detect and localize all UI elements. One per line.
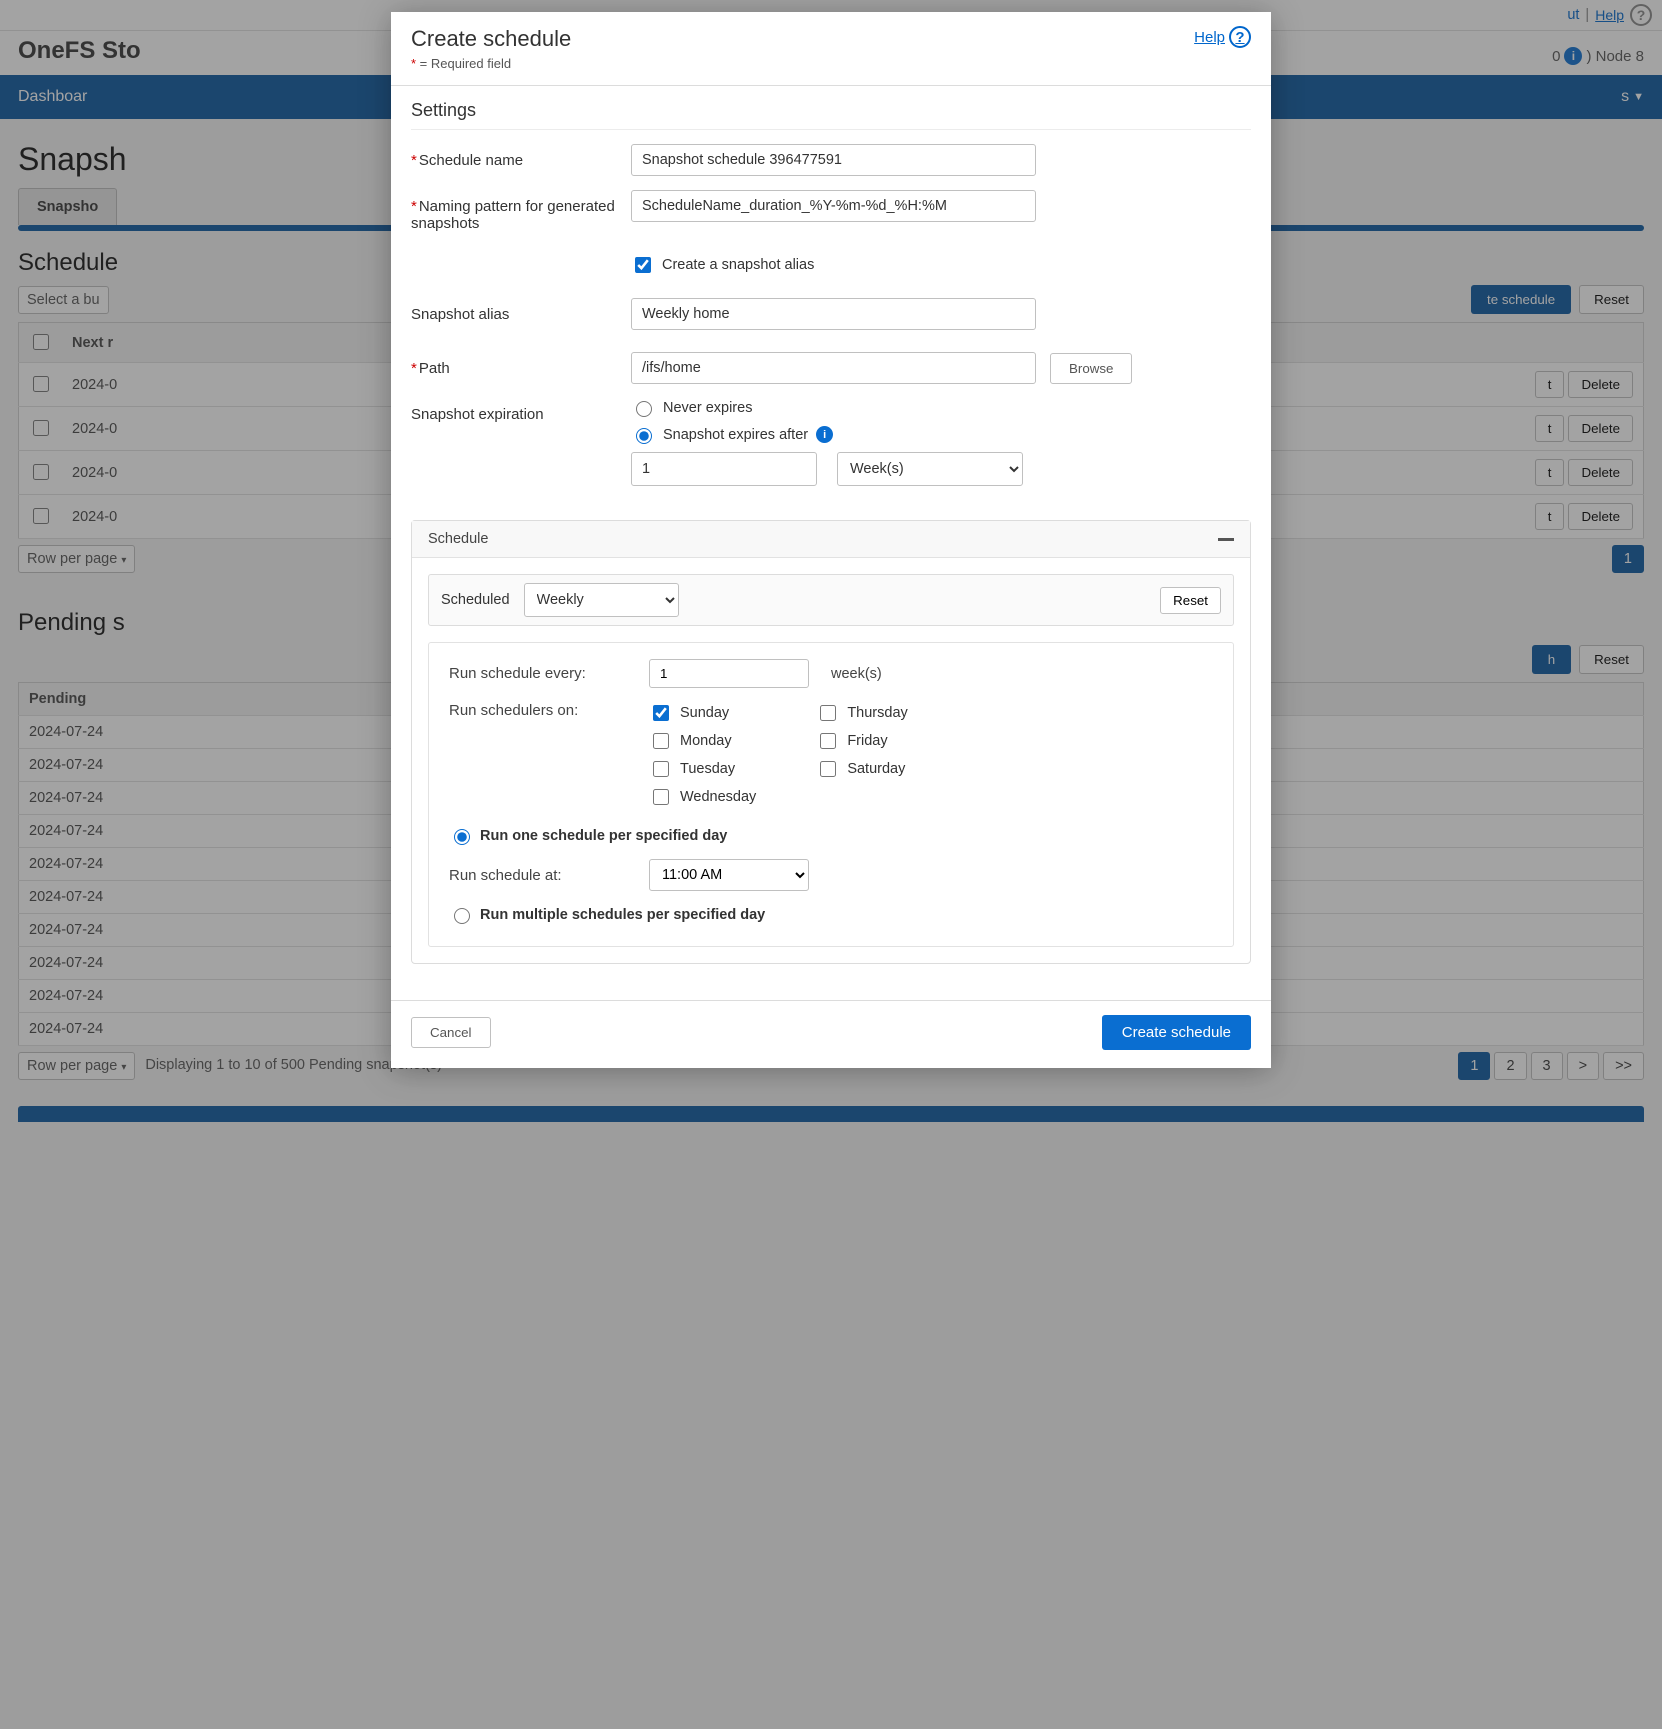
day-monday-checkbox[interactable] [653, 733, 669, 749]
schedule-panel: Schedule Scheduled Weekly Reset Run sche [411, 520, 1251, 964]
required-field-note: * = Required field [411, 56, 571, 71]
schedule-name-label: *Schedule name [411, 144, 631, 169]
snapshot-alias-input[interactable] [631, 298, 1036, 330]
schedule-name-input[interactable] [631, 144, 1036, 176]
run-every-unit: week(s) [831, 666, 882, 682]
create-alias-checkbox[interactable] [635, 257, 651, 273]
day-wednesday-checkbox[interactable] [653, 789, 669, 805]
modal-title: Create schedule [411, 26, 571, 52]
create-schedule-modal: Create schedule * = Required field Help … [391, 12, 1271, 1068]
scheduled-select[interactable]: Weekly [524, 583, 679, 617]
day-saturday-checkbox[interactable] [820, 761, 836, 777]
day-label: Thursday [847, 705, 907, 721]
expires-unit-select[interactable]: Week(s) [837, 452, 1023, 486]
day-label: Sunday [680, 705, 729, 721]
day-friday-checkbox[interactable] [820, 733, 836, 749]
run-every-label: Run schedule every: [449, 665, 649, 682]
expires-after-radio[interactable] [636, 428, 652, 444]
day-label: Wednesday [680, 789, 756, 805]
schedule-panel-title: Schedule [428, 531, 488, 547]
run-at-select[interactable]: 11:00 AM [649, 859, 809, 891]
create-alias-label: Create a snapshot alias [662, 257, 814, 273]
day-tuesday-checkbox[interactable] [653, 761, 669, 777]
path-label: *Path [411, 352, 631, 377]
naming-pattern-label: *Naming pattern for generated snapshots [411, 190, 631, 232]
path-input[interactable] [631, 352, 1036, 384]
expires-after-label: Snapshot expires after [663, 427, 808, 443]
scheduled-label: Scheduled [441, 592, 510, 608]
day-label: Saturday [847, 761, 905, 777]
schedule-reset-button[interactable]: Reset [1160, 587, 1221, 614]
never-expires-radio[interactable] [636, 401, 652, 417]
naming-pattern-input[interactable] [631, 190, 1036, 222]
help-icon: ? [1229, 26, 1251, 48]
run-at-label: Run schedule at: [449, 867, 649, 884]
expiration-label: Snapshot expiration [411, 398, 631, 423]
run-one-radio[interactable] [454, 829, 470, 845]
day-label: Friday [847, 733, 887, 749]
expires-value-input[interactable] [631, 452, 817, 486]
create-schedule-submit-button[interactable]: Create schedule [1102, 1015, 1251, 1050]
run-multi-label: Run multiple schedules per specified day [480, 907, 765, 923]
cancel-button[interactable]: Cancel [411, 1017, 491, 1048]
day-label: Monday [680, 733, 732, 749]
run-one-label: Run one schedule per specified day [480, 828, 727, 844]
modal-overlay: Create schedule * = Required field Help … [0, 0, 1662, 1729]
run-every-input[interactable] [649, 659, 809, 688]
info-icon[interactable]: i [816, 426, 833, 443]
browse-button[interactable]: Browse [1050, 353, 1132, 384]
settings-heading: Settings [391, 86, 1271, 129]
day-sunday-checkbox[interactable] [653, 705, 669, 721]
run-on-label: Run schedulers on: [449, 702, 649, 719]
modal-help-link[interactable]: Help ? [1194, 26, 1251, 48]
snapshot-alias-label: Snapshot alias [411, 298, 631, 323]
run-multi-radio[interactable] [454, 908, 470, 924]
never-expires-label: Never expires [663, 400, 752, 416]
day-label: Tuesday [680, 761, 735, 777]
day-thursday-checkbox[interactable] [820, 705, 836, 721]
collapse-icon[interactable] [1218, 538, 1234, 541]
